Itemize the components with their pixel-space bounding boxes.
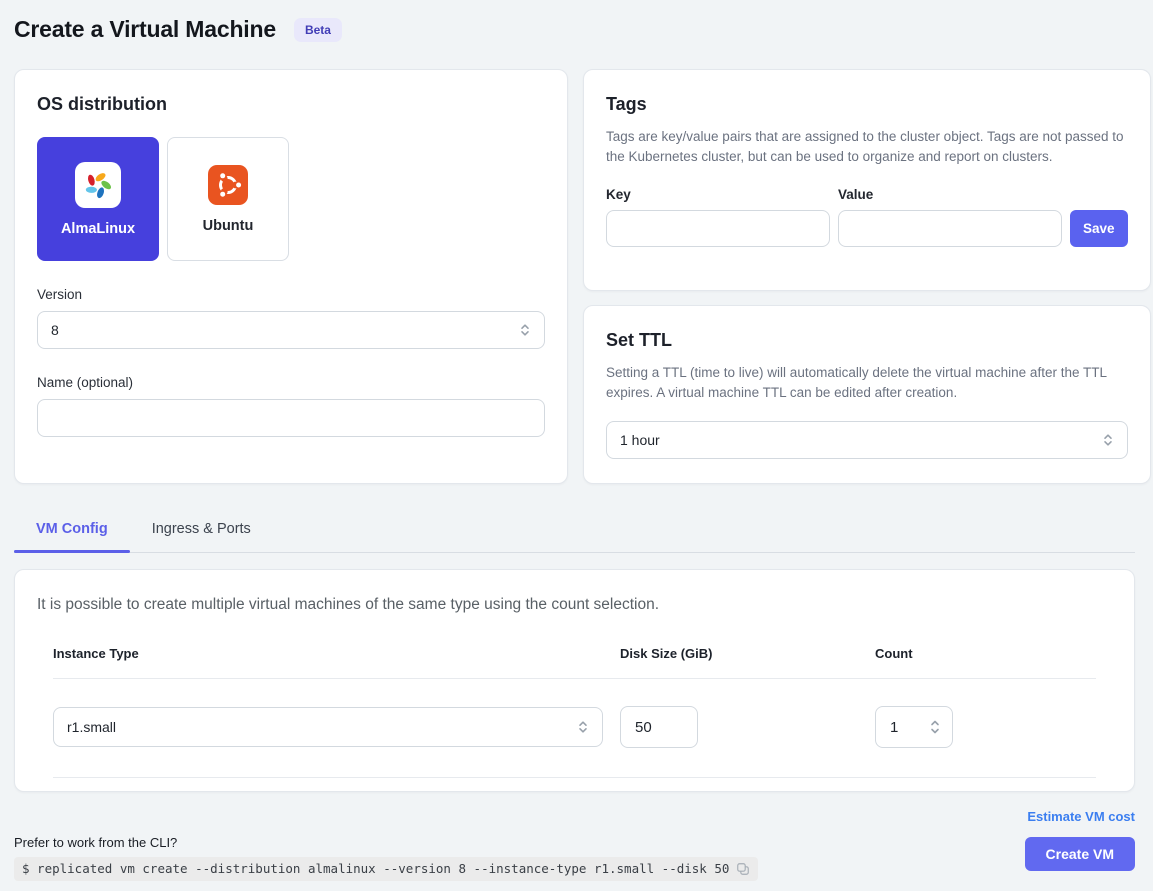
ttl-select[interactable]: 1 hour: [606, 421, 1128, 459]
chevron-updown-icon: [576, 719, 590, 735]
version-select-value: 8: [51, 322, 59, 338]
page-title: Create a Virtual Machine: [14, 16, 276, 43]
ttl-card-title: Set TTL: [606, 330, 1128, 351]
count-value: 1: [890, 719, 898, 736]
tag-key-label: Key: [606, 187, 830, 202]
os-tiles: AlmaLinux: [37, 137, 545, 261]
os-tile-almalinux[interactable]: AlmaLinux: [37, 137, 159, 261]
right-column: Tags Tags are key/value pairs that are a…: [583, 69, 1151, 484]
tag-value-group: Value: [838, 187, 1062, 247]
create-vm-button[interactable]: Create VM: [1025, 837, 1135, 871]
ttl-card-description: Setting a TTL (time to live) will automa…: [606, 363, 1128, 403]
os-tile-label-ubuntu: Ubuntu: [203, 218, 254, 234]
cli-prompt-text: Prefer to work from the CLI?: [14, 835, 758, 850]
cli-section: Prefer to work from the CLI? $ replicate…: [14, 806, 758, 881]
tab-vm-config[interactable]: VM Config: [14, 508, 130, 552]
create-vm-page: Create a Virtual Machine Beta OS distrib…: [0, 0, 1153, 881]
os-tile-label-almalinux: AlmaLinux: [61, 221, 135, 237]
disk-size-input[interactable]: [620, 706, 698, 748]
almalinux-logo-icon: [75, 162, 121, 208]
vm-table: Instance Type Disk Size (GiB) Count r1.s…: [37, 646, 1112, 778]
column-disk-size: Disk Size (GiB): [620, 646, 875, 661]
version-label: Version: [37, 287, 545, 302]
column-instance-type: Instance Type: [53, 646, 620, 661]
vm-table-row: r1.small 1: [53, 679, 1096, 778]
ubuntu-logo-icon: [208, 165, 248, 205]
count-stepper[interactable]: 1: [875, 706, 953, 748]
chevron-updown-icon: [928, 718, 942, 736]
vm-config-intro: It is possible to create multiple virtua…: [37, 596, 1112, 614]
chevron-updown-icon: [1101, 432, 1115, 448]
cli-command-box: $ replicated vm create --distribution al…: [14, 857, 758, 881]
top-grid: OS distribution: [14, 69, 1135, 484]
actions-section: Estimate VM cost Create VM: [1025, 806, 1135, 871]
cli-command-text: $ replicated vm create --distribution al…: [22, 861, 729, 876]
page-header: Create a Virtual Machine Beta: [14, 16, 1135, 43]
os-card-title: OS distribution: [37, 94, 545, 115]
set-ttl-card: Set TTL Setting a TTL (time to live) wil…: [583, 305, 1151, 484]
os-tile-ubuntu[interactable]: Ubuntu: [167, 137, 289, 261]
tags-card-description: Tags are key/value pairs that are assign…: [606, 127, 1128, 167]
name-label: Name (optional): [37, 375, 545, 390]
instance-type-value: r1.small: [67, 719, 116, 735]
instance-type-select[interactable]: r1.small: [53, 707, 603, 747]
os-distribution-card: OS distribution: [14, 69, 568, 484]
name-input[interactable]: [37, 399, 545, 437]
tag-key-group: Key: [606, 187, 830, 247]
beta-badge: Beta: [294, 18, 342, 42]
vm-table-header: Instance Type Disk Size (GiB) Count: [53, 646, 1096, 679]
column-count: Count: [875, 646, 1096, 661]
tab-ingress-ports[interactable]: Ingress & Ports: [130, 508, 273, 552]
vm-config-card: It is possible to create multiple virtua…: [14, 569, 1135, 792]
tag-value-input[interactable]: [838, 210, 1062, 247]
tag-input-row: Key Value Save: [606, 187, 1128, 247]
save-tag-button[interactable]: Save: [1070, 210, 1128, 247]
version-select[interactable]: 8: [37, 311, 545, 349]
tab-bar: VM Config Ingress & Ports: [14, 508, 1135, 553]
copy-icon[interactable]: [736, 862, 750, 876]
chevron-updown-icon: [518, 322, 532, 338]
tag-key-input[interactable]: [606, 210, 830, 247]
page-footer: Prefer to work from the CLI? $ replicate…: [14, 806, 1135, 881]
tags-card-title: Tags: [606, 94, 1128, 115]
tag-value-label: Value: [838, 187, 1062, 202]
estimate-vm-cost-link[interactable]: Estimate VM cost: [1027, 809, 1135, 824]
ttl-select-value: 1 hour: [620, 432, 660, 448]
tags-card: Tags Tags are key/value pairs that are a…: [583, 69, 1151, 291]
